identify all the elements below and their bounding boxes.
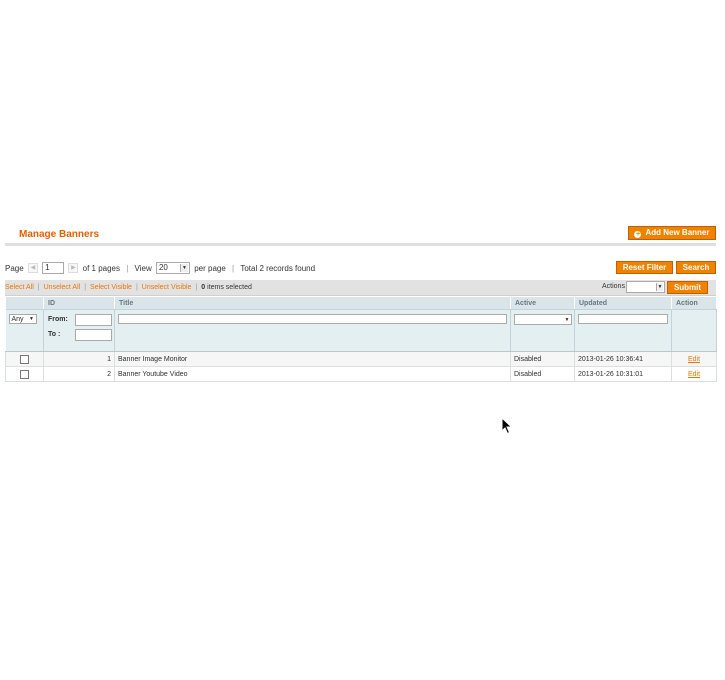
of-pages-text: of 1 pages: [82, 263, 120, 273]
edit-link[interactable]: Edit: [675, 356, 713, 363]
filter-active-cell: ▼: [510, 309, 575, 352]
separator: |: [195, 284, 198, 291]
column-header-select: [5, 297, 44, 310]
filter-select-cell: Any ▼: [5, 309, 44, 352]
id-from-input[interactable]: [75, 314, 112, 326]
to-label: To :: [48, 331, 61, 338]
id-to-input[interactable]: [75, 329, 112, 341]
reset-filter-button[interactable]: Reset Filter: [616, 261, 673, 274]
per-page-label: per page: [194, 263, 226, 273]
select-visible-link[interactable]: Select Visible: [90, 284, 132, 291]
actions-label: Actions: [602, 283, 625, 290]
row-active: Disabled: [510, 366, 575, 382]
row-checkbox-cell: [5, 366, 44, 382]
row-updated: 2013-01-26 10:31:01: [574, 366, 672, 382]
from-label: From:: [48, 316, 68, 323]
row-checkbox[interactable]: [20, 354, 29, 364]
row-id: 1: [43, 351, 115, 367]
pager-separator: |: [126, 263, 129, 273]
select-filter-value: Any: [11, 316, 24, 323]
row-id: 2: [43, 366, 115, 382]
row-updated: 2013-01-26 10:36:41: [574, 351, 672, 367]
id-to-row: To :: [47, 329, 112, 344]
unselect-visible-link[interactable]: Unselect Visible: [142, 284, 192, 291]
massaction-links: Select All | Unselect All | Select Visible | U…: [5, 284, 252, 291]
per-page-select[interactable]: 20 ▼: [155, 262, 190, 274]
updated-filter-input[interactable]: [578, 314, 668, 324]
page-title: Manage Banners: [19, 229, 100, 240]
active-filter-select[interactable]: ▼: [514, 314, 572, 325]
column-header-updated[interactable]: Updated: [574, 297, 672, 310]
column-header-action: Action: [671, 297, 717, 310]
title-divider: [5, 243, 716, 246]
page-label: Page: [5, 263, 24, 273]
actions-select[interactable]: ▼: [626, 281, 665, 293]
table-row: 2 Banner Youtube Video Disabled 2013-01-…: [5, 366, 717, 382]
add-new-banner-label: Add New Banner: [645, 228, 710, 237]
separator: |: [84, 284, 87, 291]
chevron-down-icon: ▼: [656, 283, 663, 291]
edit-link[interactable]: Edit: [675, 371, 713, 378]
separator: |: [135, 284, 138, 291]
filter-updated-cell: [574, 309, 672, 352]
separator: |: [37, 284, 40, 291]
page-input[interactable]: 1: [42, 262, 65, 274]
filter-action-cell: [671, 309, 717, 352]
total-records: Total 2 records found: [240, 263, 316, 273]
title-filter-input[interactable]: [118, 314, 507, 324]
grid-header-row: ID Title Active Updated Action: [5, 297, 717, 310]
plus-icon: +: [634, 231, 642, 238]
submit-button[interactable]: Submit: [667, 281, 708, 294]
row-checkbox[interactable]: [20, 369, 29, 379]
prev-page-icon[interactable]: ◀: [27, 263, 38, 273]
unselect-all-link[interactable]: Unselect All: [44, 284, 81, 291]
select-all-link[interactable]: Select All: [5, 284, 34, 291]
chevron-down-icon: ▼: [564, 317, 570, 323]
add-new-banner-button[interactable]: + Add New Banner: [628, 226, 716, 240]
id-from-row: From:: [47, 314, 112, 329]
column-header-title[interactable]: Title: [114, 297, 511, 310]
next-page-icon[interactable]: ▶: [68, 263, 79, 273]
banners-grid: ID Title Active Updated Action Any ▼ From…: [5, 297, 717, 382]
per-page-value: 20: [158, 263, 168, 272]
table-row: 1 Banner Image Monitor Disabled 2013-01-…: [5, 351, 717, 367]
column-header-active[interactable]: Active: [510, 297, 575, 310]
filter-title-cell: [114, 309, 511, 352]
row-active: Disabled: [510, 351, 575, 367]
chevron-down-icon: ▼: [29, 316, 34, 322]
selected-count: 0: [201, 284, 206, 291]
row-action-cell: Edit: [671, 366, 717, 382]
row-title: Banner Youtube Video: [114, 366, 511, 382]
filter-row: Any ▼ From: To : ▼: [5, 309, 717, 352]
pager: Page ◀ 1 ▶ of 1 pages | View 20 ▼ per pag…: [5, 262, 315, 274]
search-button[interactable]: Search: [676, 261, 716, 274]
pager-separator: |: [232, 263, 235, 273]
select-filter-dropdown[interactable]: Any ▼: [8, 314, 37, 324]
mouse-cursor-icon: [501, 417, 513, 435]
selected-label: items selected: [207, 284, 252, 291]
column-header-id[interactable]: ID: [43, 297, 115, 310]
row-title: Banner Image Monitor: [114, 351, 511, 367]
filter-id-cell: From: To :: [43, 309, 115, 352]
view-label: View: [134, 263, 152, 273]
chevron-down-icon: ▼: [179, 264, 188, 272]
row-checkbox-cell: [5, 351, 44, 367]
row-action-cell: Edit: [671, 351, 717, 367]
